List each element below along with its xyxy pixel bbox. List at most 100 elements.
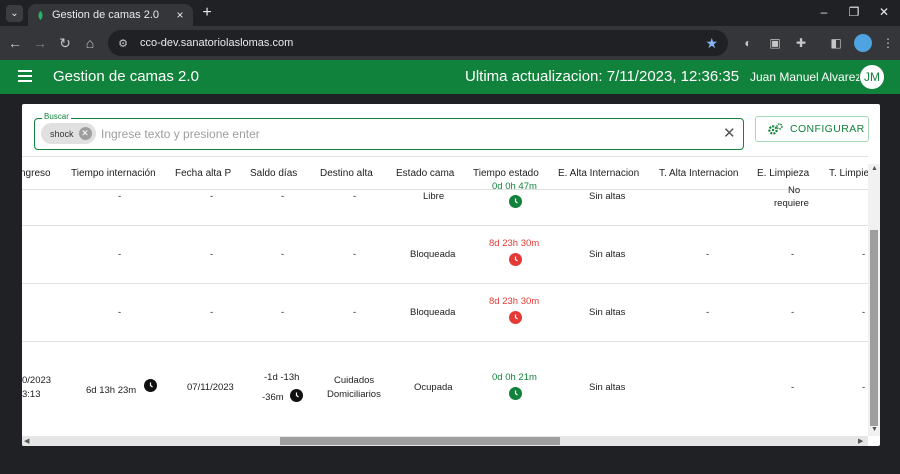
site-info-icon[interactable]: ⚙ (114, 34, 132, 52)
cell-t-limpieza: - (862, 382, 866, 393)
cell-saldo-dias: - (281, 191, 285, 202)
cell-tiempo-internacion: - (118, 307, 122, 318)
scroll-down-arrow-icon[interactable]: ▼ (871, 426, 878, 433)
profile-avatar-icon[interactable] (854, 34, 872, 52)
col-e-limpieza[interactable]: E. Limpieza (757, 168, 809, 179)
configure-label: CONFIGURAR (790, 123, 865, 135)
tab-search-button[interactable]: ⌄ (6, 5, 23, 22)
extension-circle-icon[interactable]: ◐ (740, 35, 756, 51)
cell-e-limpieza: - (791, 249, 795, 260)
search-field[interactable]: Buscar shock ✕ ✕ (34, 112, 744, 150)
col-tiempo-estado[interactable]: Tiempo estado (473, 168, 539, 179)
table-row[interactable]: - - - - Bloqueada 8d 23h 30m Sin altas -… (22, 284, 868, 342)
vertical-scrollbar[interactable]: ▲ ▼ (868, 164, 880, 436)
horizontal-scroll-thumb[interactable] (280, 437, 560, 445)
cell-tiempo-estado: 0d 0h 21m (492, 372, 537, 383)
cell-fecha-alta: 07/11/2023 (187, 382, 234, 393)
cell-tiempo-internacion: - (118, 191, 122, 202)
clear-search-icon[interactable]: ✕ (723, 124, 736, 142)
col-destino-alta[interactable]: Destino alta (320, 168, 373, 179)
scroll-left-arrow-icon[interactable]: ◀ (24, 437, 29, 445)
table-row[interactable]: - - - - Bloqueada 8d 23h 30m Sin altas -… (22, 226, 868, 284)
browser-toolbar: ← → ↻ ⌂ ⚙ cco-dev.sanatoriolaslomas.com … (0, 26, 900, 60)
search-chip[interactable]: shock ✕ (41, 123, 96, 144)
cell-saldo-dias-line1: -1d -13h (264, 372, 300, 383)
chip-delete-icon[interactable]: ✕ (78, 127, 92, 140)
cell-saldo-dias-line2: -36m (262, 392, 284, 403)
address-bar[interactable]: ⚙ cco-dev.sanatoriolaslomas.com ★ (108, 30, 728, 56)
chip-label: shock (50, 128, 74, 139)
cell-destino-alta: - (353, 307, 357, 318)
cell-estado-cama: Bloqueada (410, 249, 456, 260)
configure-button[interactable]: CONFIGURAR (755, 116, 869, 142)
reload-icon[interactable]: ↻ (56, 34, 74, 52)
cell-t-limpieza: - (862, 307, 866, 318)
window-close-icon[interactable]: ✕ (874, 3, 894, 21)
cell-estado-cama: Ocupada (414, 382, 453, 393)
cell-e-alta: Sin altas (589, 307, 626, 318)
cell-estado-cama: Bloqueada (410, 307, 456, 318)
side-panel-icon[interactable]: ◧ (828, 35, 844, 51)
clock-icon (144, 379, 157, 392)
browser-tab[interactable]: Gestion de camas 2.0 × (28, 4, 193, 26)
cell-t-alta: - (706, 249, 710, 260)
col-tiempo-internacion[interactable]: Tiempo internación (71, 168, 156, 179)
forward-arrow-icon[interactable]: → (31, 34, 49, 52)
col-fecha-alta[interactable]: Fecha alta P (175, 168, 231, 179)
table-row[interactable]: - - - - Libre 0d 0h 47m Sin altas No req… (22, 181, 868, 226)
cell-saldo-dias: - (281, 307, 285, 318)
search-input[interactable] (101, 125, 701, 143)
back-arrow-icon[interactable]: ← (6, 34, 24, 52)
table-row[interactable]: 0/2023 3:13 6d 13h 23m 07/11/2023 -1d -1… (22, 342, 868, 436)
col-t-alta[interactable]: T. Alta Internacion (659, 168, 739, 179)
col-estado-cama[interactable]: Estado cama (396, 168, 454, 179)
clock-icon (509, 311, 522, 324)
cell-tiempo-estado: 8d 23h 30m (489, 296, 540, 307)
cell-e-limpieza: - (791, 307, 795, 318)
horizontal-scrollbar[interactable]: ◀ ▶ (22, 436, 868, 446)
vertical-scroll-thumb[interactable] (870, 230, 878, 426)
browser-tabstrip: ⌄ Gestion de camas 2.0 × + – ❐ ✕ (0, 0, 900, 26)
new-tab-plus-icon[interactable]: + (198, 4, 216, 22)
bookmark-star-icon[interactable]: ★ (705, 35, 718, 52)
scroll-right-arrow-icon[interactable]: ▶ (858, 437, 863, 445)
cell-ingreso-line2: 3:13 (22, 389, 41, 400)
cell-e-limpieza-line1: No (788, 185, 801, 196)
cell-fecha-alta: - (210, 307, 214, 318)
col-t-limpieza[interactable]: T. Limpie (829, 168, 869, 179)
cell-tiempo-internacion: - (118, 249, 122, 260)
tab-close-icon[interactable]: × (173, 8, 187, 22)
url-text[interactable]: cco-dev.sanatoriolaslomas.com (140, 37, 705, 49)
cell-destino-alta-line1: Cuidados (334, 375, 375, 386)
restore-icon[interactable]: ❐ (844, 3, 864, 21)
cell-fecha-alta: - (210, 249, 214, 260)
user-avatar[interactable]: JM (859, 64, 885, 90)
col-saldo-dias[interactable]: Saldo días (250, 168, 297, 179)
cell-t-limpieza: - (862, 249, 866, 260)
clock-icon (509, 387, 522, 400)
clock-icon (290, 389, 303, 402)
hamburger-menu-icon[interactable] (18, 70, 32, 82)
app-title: Gestion de camas 2.0 (53, 68, 199, 85)
beds-card: Buscar shock ✕ ✕ CONFIGURAR ngreso Tiemp… (22, 104, 880, 446)
cell-e-limpieza: - (791, 382, 795, 393)
cell-e-alta: Sin altas (589, 382, 626, 393)
extension-box-icon[interactable]: ▣ (767, 35, 783, 51)
col-e-alta[interactable]: E. Alta Internacion (558, 168, 639, 179)
tab-title: Gestion de camas 2.0 (52, 9, 160, 21)
cell-destino-alta: - (353, 249, 357, 260)
clock-icon (509, 195, 522, 208)
home-icon[interactable]: ⌂ (81, 34, 99, 52)
cell-saldo-dias: - (281, 249, 285, 260)
scroll-up-arrow-icon[interactable]: ▲ (871, 165, 878, 172)
minimize-icon[interactable]: – (814, 3, 834, 21)
cell-fecha-alta: - (210, 191, 214, 202)
cell-tiempo-estado: 8d 23h 30m (489, 238, 540, 249)
col-ingreso[interactable]: ngreso (22, 168, 51, 179)
extensions-puzzle-icon[interactable]: ✚ (793, 35, 809, 51)
cell-tiempo-estado: 0d 0h 47m (492, 181, 537, 192)
user-name: Juan Manuel Alvarez (750, 70, 862, 84)
cell-destino-alta-line2: Domiciliarios (327, 389, 381, 400)
cell-ingreso-line1: 0/2023 (22, 375, 52, 386)
browser-menu-icon[interactable]: ⋮ (880, 35, 896, 51)
